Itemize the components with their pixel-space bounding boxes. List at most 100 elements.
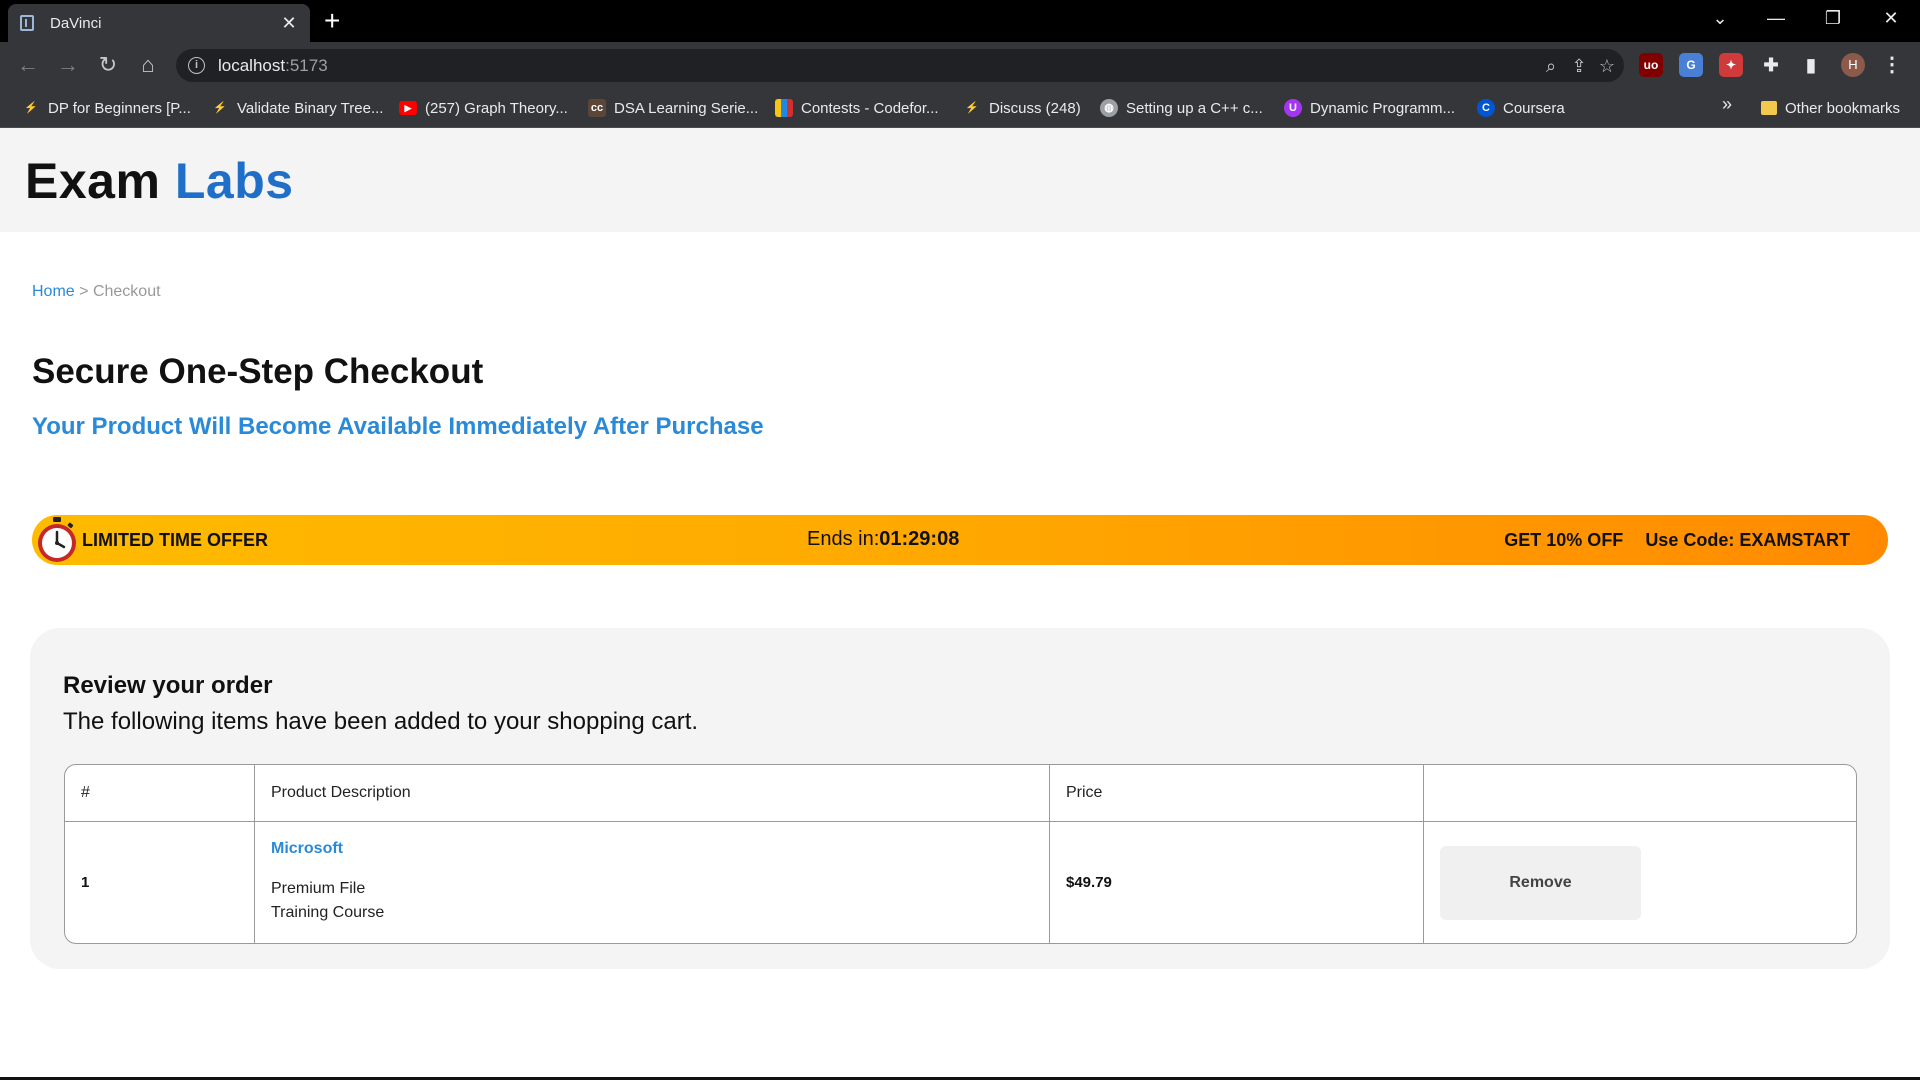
column-header-description: Product Description: [255, 765, 1050, 821]
bookmark-item[interactable]: ▶ (257) Graph Theory...: [399, 97, 568, 119]
url-host: localhost: [218, 56, 286, 75]
stopwatch-icon: [38, 517, 76, 562]
item-line-2: Training Course: [271, 904, 385, 921]
promo-code-text: Use Code: EXAMSTART: [1645, 530, 1850, 550]
bookmark-item[interactable]: ⚡ Discuss (248): [963, 97, 1081, 119]
review-order-card: Review your order The following items ha…: [30, 628, 1890, 969]
table-header-row: # Product Description Price: [65, 765, 1856, 822]
bookmark-label: (257) Graph Theory...: [425, 99, 568, 117]
reload-icon[interactable]: ↻: [94, 51, 122, 79]
tab-title: DaVinci: [50, 14, 102, 32]
cell-index: 1: [65, 822, 255, 943]
browser-titlebar: DaVinci ✕ + ⌄ — ❐ ✕: [0, 0, 1920, 42]
bookmark-item[interactable]: C Coursera: [1477, 97, 1565, 119]
back-icon[interactable]: ←: [14, 51, 42, 79]
logo-exam: Exam: [25, 153, 161, 209]
other-bookmarks[interactable]: Other bookmarks: [1761, 97, 1900, 119]
codechef-icon: cc: [588, 99, 606, 117]
globe-icon: ◍: [1100, 99, 1118, 117]
translate-extension-icon[interactable]: G: [1679, 53, 1703, 77]
ublock-extension-icon[interactable]: uo: [1639, 53, 1663, 77]
bookmarks-overflow-button[interactable]: »: [1722, 94, 1732, 115]
new-tab-icon[interactable]: +: [324, 6, 340, 36]
chrome-menu-icon[interactable]: ⋮: [1880, 53, 1904, 77]
breadcrumb-separator: >: [79, 283, 89, 300]
bookmark-label: Setting up a C++ c...: [1126, 99, 1263, 117]
bookmarks-bar: ⚡ DP for Beginners [P... ⚡ Validate Binary…: [0, 88, 1920, 128]
review-title: Review your order: [63, 672, 273, 699]
countdown-label: Ends in:: [807, 528, 880, 550]
offer-countdown: Ends in:01:29:08: [807, 528, 959, 551]
item-vendor-link[interactable]: Microsoft: [271, 840, 343, 858]
cell-description: Microsoft Premium File Training Course: [255, 822, 1050, 943]
zoom-icon[interactable]: ⌕: [1540, 55, 1562, 77]
countdown-time: 01:29:08: [879, 528, 960, 550]
offer-label: LIMITED TIME OFFER: [82, 530, 268, 550]
remove-item-button[interactable]: Remove: [1440, 846, 1641, 920]
offer-discount: GET 10% OFF Use Code: EXAMSTART: [1504, 530, 1850, 551]
breadcrumb-current: Checkout: [92, 283, 161, 300]
youtube-icon: ▶: [399, 101, 417, 115]
bookmark-item[interactable]: ◍ Setting up a C++ c...: [1100, 97, 1263, 119]
leetcode-icon: ⚡: [24, 102, 38, 114]
bookmark-star-icon[interactable]: ☆: [1596, 55, 1618, 77]
folder-icon: [1761, 101, 1777, 115]
share-icon[interactable]: ⇪: [1568, 55, 1590, 77]
page-subtitle: Your Product Will Become Available Immed…: [32, 413, 764, 440]
leetcode-icon: ⚡: [213, 102, 227, 114]
item-price: $49.79: [1066, 874, 1112, 891]
cell-price: $49.79: [1050, 822, 1424, 943]
item-index: 1: [81, 874, 90, 891]
column-header-index: #: [65, 765, 255, 821]
extension-red-icon[interactable]: ✦: [1719, 53, 1743, 77]
header-index: #: [81, 784, 90, 801]
bookmark-item[interactable]: ⚡ DP for Beginners [P...: [22, 97, 191, 119]
page-favicon-icon: [20, 15, 34, 31]
bookmark-item[interactable]: Contests - Codefor...: [775, 97, 939, 119]
review-description: The following items have been added to y…: [63, 708, 699, 735]
cell-actions: Remove: [1424, 822, 1856, 943]
browser-toolbar: ← → ↻ ⌂ i localhost:5173 ⌕ ⇪ ☆ uo G ✦ ✚ …: [0, 42, 1920, 88]
restore-icon[interactable]: ❐: [1818, 8, 1848, 29]
column-header-actions: [1424, 765, 1856, 821]
header-price: Price: [1066, 784, 1103, 801]
discount-text: GET 10% OFF: [1504, 530, 1624, 550]
site-logo[interactable]: Exam Labs: [25, 152, 294, 210]
bookmark-label: Coursera: [1503, 99, 1565, 117]
browser-tab[interactable]: DaVinci ✕: [8, 4, 310, 42]
bookmark-label: DP for Beginners [P...: [48, 99, 191, 117]
address-bar[interactable]: i localhost:5173 ⌕ ⇪ ☆: [176, 49, 1624, 82]
url-port: :5173: [285, 56, 328, 75]
minimize-icon[interactable]: —: [1761, 8, 1791, 29]
udemy-icon: U: [1284, 99, 1302, 117]
leetcode-icon: ⚡: [965, 102, 979, 114]
limited-offer-banner: LIMITED TIME OFFER Ends in:01:29:08 GET …: [32, 515, 1888, 565]
other-bookmarks-label: Other bookmarks: [1785, 99, 1901, 117]
bookmark-item[interactable]: ⚡ Validate Binary Tree...: [211, 97, 383, 119]
codeforces-icon: [775, 99, 793, 117]
close-tab-icon[interactable]: ✕: [280, 13, 298, 34]
bookmark-label: Dynamic Programm...: [1310, 99, 1456, 117]
profile-avatar[interactable]: H: [1841, 53, 1865, 77]
bookmark-item[interactable]: U Dynamic Programm...: [1284, 97, 1455, 119]
bookmark-label: DSA Learning Serie...: [614, 99, 759, 117]
breadcrumb-home-link[interactable]: Home: [32, 283, 75, 300]
logo-labs: Labs: [174, 153, 294, 209]
site-header: Exam Labs: [0, 128, 1920, 232]
bookmark-label: Contests - Codefor...: [801, 99, 939, 117]
home-icon[interactable]: ⌂: [134, 51, 162, 79]
extensions-puzzle-icon[interactable]: ✚: [1759, 53, 1783, 77]
table-row: 1 Microsoft Premium File Training Course…: [65, 822, 1856, 943]
breadcrumb: Home > Checkout: [32, 283, 161, 301]
side-panel-icon[interactable]: ▮: [1799, 53, 1823, 77]
close-window-icon[interactable]: ✕: [1876, 8, 1906, 29]
site-info-icon[interactable]: i: [188, 57, 205, 74]
tab-search-icon[interactable]: ⌄: [1705, 8, 1735, 29]
item-line-1: Premium File: [271, 880, 366, 897]
page-title: Secure One-Step Checkout: [32, 352, 484, 391]
forward-icon[interactable]: →: [54, 51, 82, 79]
bookmark-label: Discuss (248): [989, 99, 1081, 117]
url-text: localhost:5173: [218, 56, 328, 76]
coursera-icon: C: [1477, 99, 1495, 117]
bookmark-item[interactable]: cc DSA Learning Serie...: [588, 97, 758, 119]
